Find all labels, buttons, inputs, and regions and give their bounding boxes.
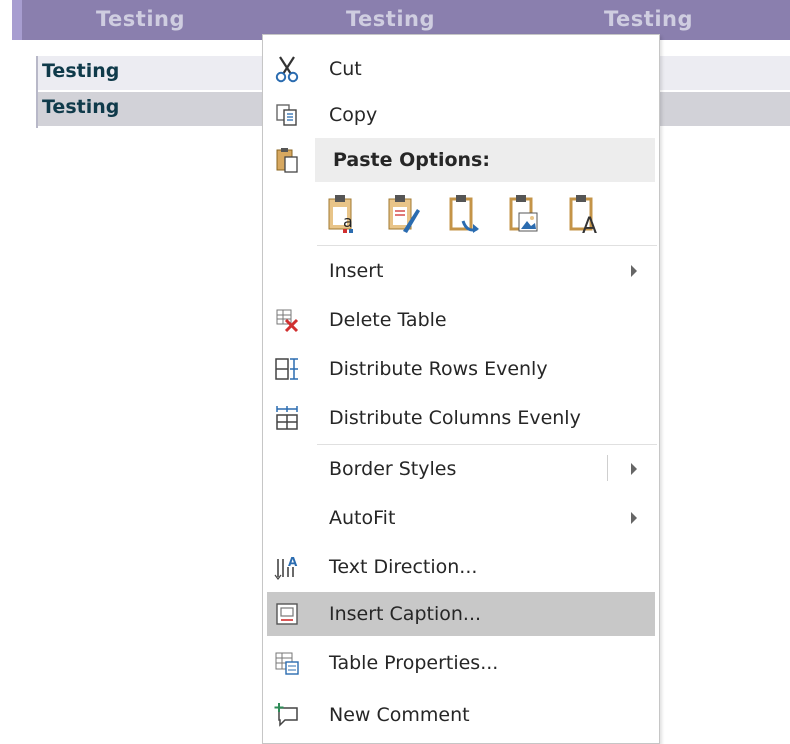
menu-item-label: Text Direction... — [329, 556, 478, 578]
menu-item-insert[interactable]: Insert — [263, 249, 659, 293]
menu-item-label: Insert — [329, 260, 384, 282]
table-header-cell[interactable]: Testing — [604, 7, 693, 31]
table-header-accent — [12, 0, 22, 40]
paste-options-header: Paste Options: — [315, 138, 655, 182]
menu-item-label: Copy — [329, 104, 378, 126]
svg-text:a: a — [343, 212, 353, 231]
paste-picture-icon[interactable] — [503, 191, 543, 239]
paste-options-label: Paste Options: — [333, 149, 490, 171]
text-direction-icon: A — [271, 551, 303, 583]
submenu-arrow-icon — [631, 265, 637, 277]
menu-item-label: Delete Table — [329, 309, 447, 331]
delete-table-icon — [271, 304, 303, 336]
menu-item-table-properties[interactable]: Table Properties... — [263, 641, 659, 685]
svg-text:A: A — [288, 555, 298, 569]
paste-keep-formatting-icon[interactable]: a — [323, 191, 363, 239]
menu-item-cut[interactable]: Cut — [263, 47, 659, 91]
menu-item-autofit[interactable]: AutoFit — [263, 496, 659, 540]
menu-item-delete-table[interactable]: Delete Table — [263, 298, 659, 342]
menu-item-insert-caption[interactable]: Insert Caption... — [267, 592, 655, 636]
table-row-label: Testing — [42, 60, 120, 82]
context-menu: Cut Copy Paste Options: a A Insert Delet… — [262, 34, 660, 744]
paste-buttons-row: a A — [323, 191, 643, 241]
menu-item-distribute-columns[interactable]: Distribute Columns Evenly — [263, 396, 659, 440]
copy-icon — [271, 99, 303, 131]
menu-item-label: New Comment — [329, 704, 470, 726]
new-comment-icon — [271, 699, 303, 731]
table-header-cell[interactable]: Testing — [346, 7, 435, 31]
distribute-columns-icon — [271, 402, 303, 434]
split-button-divider — [607, 455, 608, 481]
menu-item-label: Distribute Rows Evenly — [329, 358, 548, 380]
insert-caption-icon — [271, 598, 303, 630]
menu-separator — [317, 245, 657, 246]
menu-item-text-direction[interactable]: A Text Direction... — [263, 545, 659, 589]
scissors-icon — [271, 53, 303, 85]
submenu-arrow-icon — [631, 463, 637, 475]
menu-item-label: Table Properties... — [329, 652, 499, 674]
paste-merge-formatting-icon[interactable] — [383, 191, 423, 239]
svg-text:A: A — [582, 214, 597, 239]
menu-item-border-styles[interactable]: Border Styles — [263, 447, 659, 491]
table-properties-icon — [271, 647, 303, 679]
distribute-rows-icon — [271, 353, 303, 385]
menu-item-label: AutoFit — [329, 507, 396, 529]
menu-item-label: Cut — [329, 58, 362, 80]
clipboard-icon — [271, 144, 303, 176]
menu-item-label: Insert Caption... — [329, 603, 482, 625]
paste-text-only-icon[interactable]: A — [563, 191, 603, 239]
menu-item-label: Border Styles — [329, 458, 457, 480]
table-left-border — [36, 56, 38, 128]
menu-separator — [317, 444, 657, 445]
paste-nest-table-icon[interactable] — [443, 191, 483, 239]
menu-item-distribute-rows[interactable]: Distribute Rows Evenly — [263, 347, 659, 391]
menu-item-new-comment[interactable]: New Comment — [263, 693, 659, 737]
menu-item-label: Distribute Columns Evenly — [329, 407, 581, 429]
table-header-cell[interactable]: Testing — [96, 7, 185, 31]
menu-item-copy[interactable]: Copy — [263, 93, 659, 137]
table-row-label: Testing — [42, 96, 120, 118]
submenu-arrow-icon — [631, 512, 637, 524]
